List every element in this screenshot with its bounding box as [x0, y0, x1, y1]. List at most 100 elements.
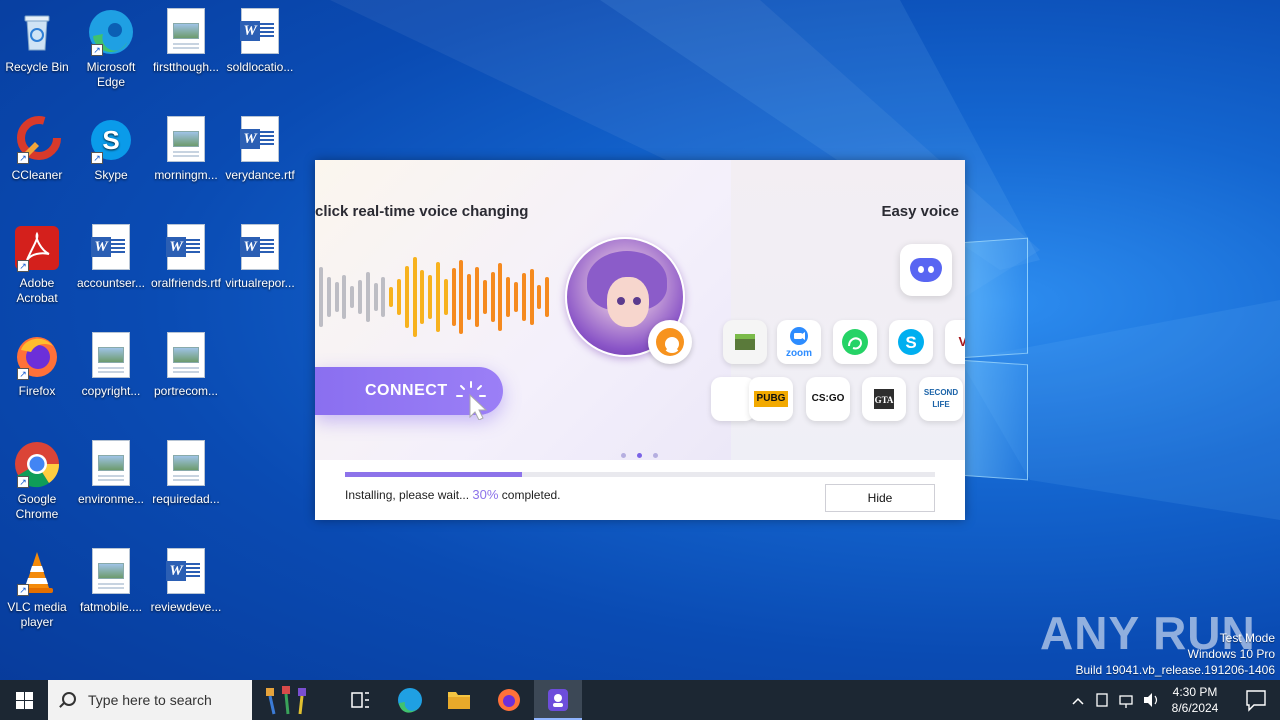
slide-headline: click real-time voice changing: [315, 203, 529, 220]
taskbar-voice-changer-button[interactable]: [534, 680, 582, 720]
taskbar-clock[interactable]: 4:30 PM 8/6/2024: [1160, 684, 1230, 716]
waveform-bar: [443, 279, 448, 315]
recycle-bin-icon: [13, 8, 61, 56]
search-icon: [62, 692, 76, 706]
desktop-icon-adobe-acrobat[interactable]: ↗ Adobe Acrobat: [1, 224, 73, 306]
waveform-bar: [389, 287, 394, 307]
desktop-icon-skype[interactable]: S ↗ Skype: [75, 116, 147, 183]
image-document-icon: [87, 440, 135, 488]
system-tray: [1066, 680, 1160, 720]
desktop-icon-requiredad[interactable]: requiredad...: [150, 440, 222, 507]
skype-icon: S ↗: [87, 116, 135, 164]
desktop-icon-label: portrecom...: [153, 384, 219, 398]
desktop-icon-firefox[interactable]: ↗ Firefox: [1, 332, 73, 399]
task-view-icon: [351, 692, 369, 708]
status-prefix: Installing, please wait...: [345, 488, 470, 502]
desktop-icon-reviewdeve[interactable]: W reviewdeve...: [150, 548, 222, 615]
firefox-icon: ↗: [13, 332, 61, 380]
pubg-tile: PUBG: [749, 377, 793, 421]
tray-icons: [1072, 693, 1158, 708]
acrobat-icon: ↗: [13, 224, 61, 272]
desktop-icon-accountser[interactable]: W accountser...: [75, 224, 147, 291]
carousel-dot[interactable]: [653, 453, 658, 458]
waveform-bar: [381, 277, 386, 317]
desktop-icon-soldlocatio[interactable]: W soldlocatio...: [224, 8, 296, 75]
waveform-bar: [420, 270, 425, 324]
desktop-icon-label: Skype: [94, 168, 128, 182]
edge-icon: [398, 688, 422, 713]
desktop-icon-fatmobile[interactable]: fatmobile....: [75, 548, 147, 615]
desktop-icon-oralfriends[interactable]: W oralfriends.rtf: [150, 224, 222, 291]
click-cursor-icon: [456, 381, 488, 420]
hide-button[interactable]: Hide: [825, 484, 935, 512]
taskbar-explorer-button[interactable]: [435, 680, 483, 720]
waveform-bar: [459, 260, 464, 334]
edge-icon: ↗: [87, 8, 135, 56]
word-document-icon: W: [236, 8, 284, 56]
headset-icon: [648, 320, 692, 364]
desktop-icon-recycle-bin[interactable]: Recycle Bin: [1, 8, 73, 75]
chrome-icon: ↗: [13, 440, 61, 488]
desktop-icon-label: virtualrepor...: [225, 276, 295, 290]
desktop-icon-label: environme...: [77, 492, 145, 506]
zoom-label: zoom: [785, 348, 813, 359]
desktop-icon-google-chrome[interactable]: ↗ Google Chrome: [1, 440, 73, 522]
desktop-icon-label: Recycle Bin: [5, 60, 69, 74]
desktop-icon-label: accountser...: [76, 276, 146, 290]
system-build-info: Test Mode Windows 10 Pro Build 19041.vb_…: [1076, 630, 1276, 678]
voice-waveform: [315, 255, 555, 340]
waveform-bar: [451, 268, 456, 326]
desktop-icon-morningm[interactable]: morningm...: [150, 116, 222, 183]
waveform-bar: [334, 282, 339, 312]
carousel-dot-active[interactable]: [637, 453, 642, 458]
image-document-icon: [162, 8, 210, 56]
status-suffix: completed.: [501, 488, 561, 502]
waveform-bar: [514, 282, 518, 312]
waveform-bar: [428, 275, 433, 319]
svg-text:S: S: [102, 125, 119, 155]
second-life-label: SECOND LIFE: [923, 388, 959, 409]
desktop-icon-copyright[interactable]: copyright...: [75, 332, 147, 399]
waveform-bar: [498, 263, 503, 331]
desktop-icon-label: CCleaner: [11, 168, 63, 182]
desktop-icon-firstthough[interactable]: firstthough...: [150, 8, 222, 75]
taskbar-search-box[interactable]: Type here to search: [48, 680, 306, 720]
ccleaner-icon: ↗: [13, 116, 61, 164]
desktop-icon-verydance[interactable]: W verydance.rtf: [224, 116, 296, 183]
action-center-button[interactable]: [1232, 680, 1280, 720]
waveform-bar: [365, 272, 370, 322]
install-progress-fill: [345, 472, 522, 477]
windows-edition-text: Windows 10 Pro: [1187, 647, 1275, 661]
shortcut-arrow-icon: ↗: [17, 476, 29, 488]
desktop-icon-label: VLC media player: [7, 600, 67, 629]
word-document-icon: W: [236, 224, 284, 272]
desktop-icon-label: oralfriends.rtf: [150, 276, 222, 290]
csgo-tile: CS:GO: [806, 377, 850, 421]
shortcut-arrow-icon: ↗: [17, 260, 29, 272]
task-view-button[interactable]: [336, 680, 384, 720]
skype-icon: S: [889, 320, 933, 364]
image-document-icon: [87, 548, 135, 596]
desktop-icon-portrecom[interactable]: portrecom...: [150, 332, 222, 399]
desktop-icon-environme[interactable]: environme...: [75, 440, 147, 507]
status-percent: 30%: [472, 487, 499, 502]
desktop-icon-label: fatmobile....: [79, 600, 143, 614]
valorant-icon: VA: [945, 320, 965, 364]
carousel-dot[interactable]: [621, 453, 626, 458]
word-document-icon: W: [162, 224, 210, 272]
desktop-icon-virtualrepor[interactable]: W virtualrepor...: [224, 224, 296, 291]
taskbar: Type here to search 4:30 PM 8/6/2024: [0, 680, 1280, 720]
taskbar-edge-button[interactable]: [386, 680, 434, 720]
desktop-icon-ccleaner[interactable]: ↗ CCleaner: [1, 116, 73, 183]
slide-headline: Easy voice: [881, 203, 959, 220]
start-button[interactable]: [0, 680, 48, 720]
desktop-icon-label: requiredad...: [152, 492, 220, 506]
desktop-icon-edge[interactable]: ↗ Microsoft Edge: [75, 8, 147, 90]
clock-time: 4:30 PM: [1172, 685, 1218, 699]
waveform-bar: [436, 262, 440, 332]
image-document-icon: [87, 332, 135, 380]
taskbar-firefox-button[interactable]: [485, 680, 533, 720]
install-progress-bar: [345, 472, 935, 477]
desktop-icon-vlc[interactable]: ↗ VLC media player: [1, 548, 73, 630]
waveform-bar: [412, 257, 417, 337]
